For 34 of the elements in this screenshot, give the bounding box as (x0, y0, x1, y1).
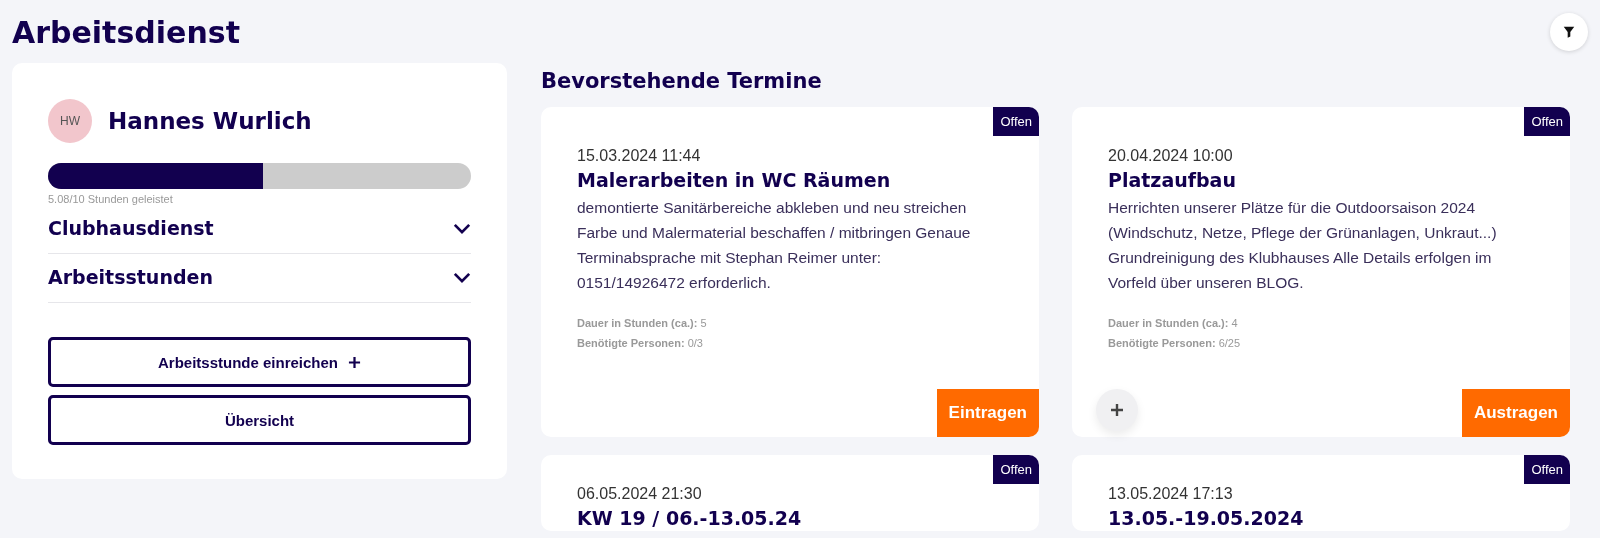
event-title: KW 19 / 06.-13.05.24 (577, 507, 803, 529)
status-badge: Offen (1524, 107, 1570, 136)
add-button[interactable] (1096, 389, 1138, 431)
event-date: 06.05.2024 21:30 (577, 485, 703, 503)
event-detail: Benötigte Personen: 0/3 (577, 336, 704, 351)
event-detail: Dauer in Stunden (ca.): 4 (1108, 316, 1239, 331)
filter-icon (1562, 25, 1576, 39)
avatar: HW (48, 99, 92, 143)
outline-button[interactable]: Arbeitsstunde einreichen (48, 337, 471, 387)
progress-label: 5.08/10 Stunden geleistet (48, 193, 174, 205)
plus-icon (1110, 403, 1124, 417)
event-title: 13.05.-19.05.2024 (1108, 507, 1305, 529)
section-heading: Bevorstehende Termine (541, 69, 823, 93)
event-title: Malerarbeiten in WC Räumen (577, 169, 892, 191)
event-detail: Benötigte Personen: 6/25 (1108, 336, 1242, 351)
plus-icon (348, 355, 361, 369)
event-title: Platzaufbau (1108, 169, 1237, 191)
section-title[interactable]: Clubhausdienst (48, 217, 214, 239)
event-date: 13.05.2024 17:13 (1108, 485, 1234, 503)
event-description: demontierte Sanitärbereiche abkleben und neu streichen Farbe und Malermaterial beschaffen / mitbringen Genaue Terminabsprache mit Stephan Reimer unter: 0151/14926472 erforderlich. (577, 198, 972, 293)
filter-button[interactable] (1550, 13, 1588, 51)
event-detail: Dauer in Stunden (ca.): 5 (577, 316, 708, 331)
status-badge: Offen (1524, 455, 1570, 484)
event-date: 20.04.2024 10:00 (1108, 147, 1234, 165)
status-badge: Offen (993, 455, 1039, 484)
section-title[interactable]: Arbeitsstunden (48, 266, 213, 288)
event-description: Herrichten unserer Plätze für die Outdoorsaison 2024 (Windschutz, Netze, Pflege der Grünanlagen, Unkraut...) Grundreinigung des Klubhauses Alle Details erfolgen im Vorfeld über unseren BLOG. (1108, 198, 1498, 293)
page-title: Arbeitsdienst (12, 14, 240, 50)
status-badge: Offen (993, 107, 1039, 136)
outline-button[interactable]: Übersicht (48, 395, 471, 445)
chevron-icon[interactable] (453, 222, 471, 234)
user-name: Hannes Wurlich (108, 108, 312, 134)
event-date: 15.03.2024 11:44 (577, 147, 702, 165)
chevron-icon[interactable] (453, 271, 471, 283)
